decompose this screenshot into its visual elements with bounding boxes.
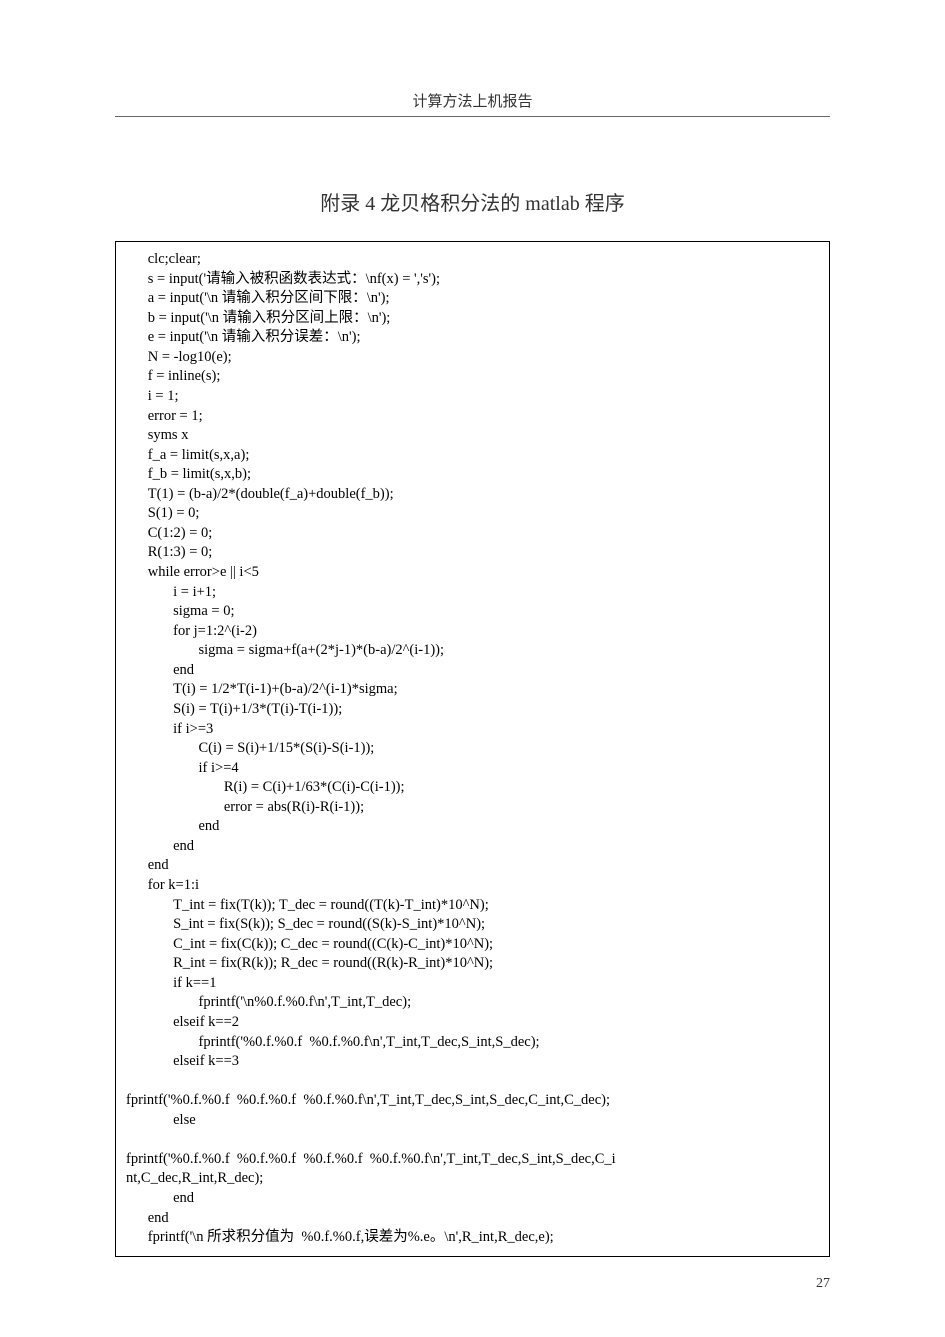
code-line: T_int = fix(T(k)); T_dec = round((T(k)-T…: [126, 896, 819, 916]
header-divider: [115, 116, 830, 117]
code-line: sigma = 0;: [126, 602, 819, 622]
code-line: while error>e || i<5: [126, 563, 819, 583]
code-line: fprintf('\n 所求积分值为 %0.f.%0.f,误差为%.e。\n',…: [126, 1228, 819, 1248]
code-line: [126, 1130, 819, 1150]
code-line: e = input('\n 请输入积分误差：\n');: [126, 328, 819, 348]
code-line: for j=1:2^(i-2): [126, 622, 819, 642]
code-line: if i>=4: [126, 759, 819, 779]
code-line: end: [126, 661, 819, 681]
code-line: end: [126, 1189, 819, 1209]
code-line: fprintf('%0.f.%0.f %0.f.%0.f\n',T_int,T_…: [126, 1033, 819, 1053]
code-line: S(1) = 0;: [126, 504, 819, 524]
code-line: f_b = limit(s,x,b);: [126, 465, 819, 485]
code-line: b = input('\n 请输入积分区间上限：\n');: [126, 309, 819, 329]
code-line: if i>=3: [126, 720, 819, 740]
page-number: 27: [816, 1276, 830, 1292]
code-line: end: [126, 837, 819, 857]
code-line: end: [126, 856, 819, 876]
code-line: S_int = fix(S(k)); S_dec = round((S(k)-S…: [126, 915, 819, 935]
code-line: a = input('\n 请输入积分区间下限：\n');: [126, 289, 819, 309]
code-line: clc;clear;: [126, 250, 819, 270]
code-line: error = abs(R(i)-R(i-1));: [126, 798, 819, 818]
code-line: T(1) = (b-a)/2*(double(f_a)+double(f_b))…: [126, 485, 819, 505]
page-header-title: 计算方法上机报告: [115, 90, 830, 111]
code-line: C(1:2) = 0;: [126, 524, 819, 544]
code-line: i = 1;: [126, 387, 819, 407]
code-line: S(i) = T(i)+1/3*(T(i)-T(i-1));: [126, 700, 819, 720]
code-line: fprintf('\n%0.f.%0.f\n',T_int,T_dec);: [126, 993, 819, 1013]
code-line: elseif k==2: [126, 1013, 819, 1033]
code-line: s = input('请输入被积函数表达式：\nf(x) = ','s');: [126, 270, 819, 290]
code-line: R(1:3) = 0;: [126, 543, 819, 563]
code-line: end: [126, 817, 819, 837]
code-line: [126, 1072, 819, 1092]
code-line: if k==1: [126, 974, 819, 994]
code-line: nt,C_dec,R_int,R_dec);: [126, 1169, 819, 1189]
code-line: fprintf('%0.f.%0.f %0.f.%0.f %0.f.%0.f\n…: [126, 1091, 819, 1111]
code-line: T(i) = 1/2*T(i-1)+(b-a)/2^(i-1)*sigma;: [126, 680, 819, 700]
code-line: N = -log10(e);: [126, 348, 819, 368]
code-line: R(i) = C(i)+1/63*(C(i)-C(i-1));: [126, 778, 819, 798]
code-line: i = i+1;: [126, 583, 819, 603]
code-line: f_a = limit(s,x,a);: [126, 446, 819, 466]
code-line: for k=1:i: [126, 876, 819, 896]
code-line: f = inline(s);: [126, 367, 819, 387]
code-line: R_int = fix(R(k)); R_dec = round((R(k)-R…: [126, 954, 819, 974]
appendix-title: 附录 4 龙贝格积分法的 matlab 程序: [115, 187, 830, 216]
code-line: C_int = fix(C(k)); C_dec = round((C(k)-C…: [126, 935, 819, 955]
code-line: error = 1;: [126, 407, 819, 427]
code-line: C(i) = S(i)+1/15*(S(i)-S(i-1));: [126, 739, 819, 759]
code-line: syms x: [126, 426, 819, 446]
code-line: else: [126, 1111, 819, 1131]
code-line: sigma = sigma+f(a+(2*j-1)*(b-a)/2^(i-1))…: [126, 641, 819, 661]
code-line: end: [126, 1209, 819, 1229]
code-line: elseif k==3: [126, 1052, 819, 1072]
code-line: fprintf('%0.f.%0.f %0.f.%0.f %0.f.%0.f %…: [126, 1150, 819, 1170]
code-block: clc;clear; s = input('请输入被积函数表达式：\nf(x) …: [115, 241, 830, 1257]
